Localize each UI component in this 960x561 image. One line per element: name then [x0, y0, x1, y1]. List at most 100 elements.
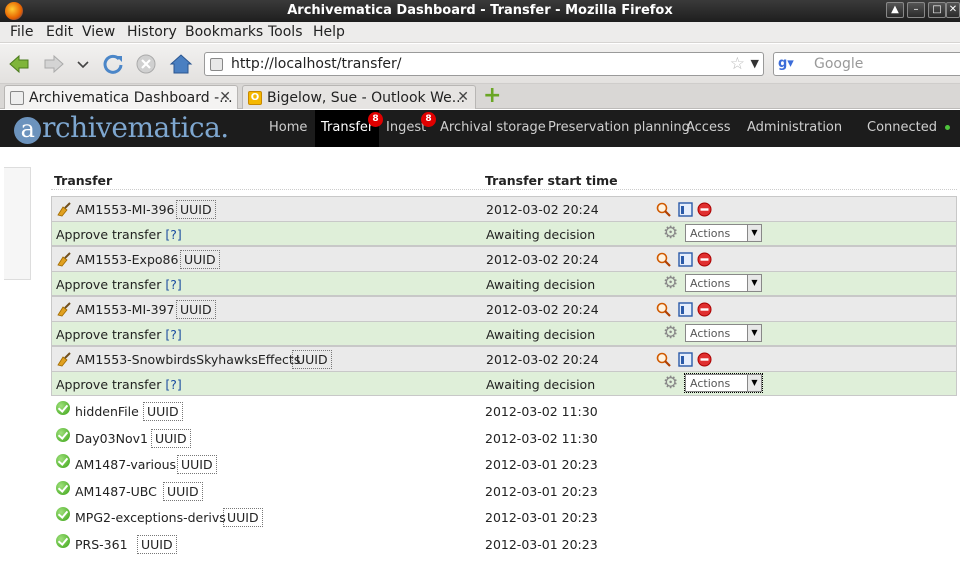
uuid-button[interactable]: UUID	[176, 200, 216, 219]
tab-close-icon[interactable]: ✕	[457, 89, 469, 105]
back-arrow-icon[interactable]	[8, 53, 30, 75]
transfer-row[interactable]: AM1553-SnowbirdsSkyhawksEffects UUID 201…	[51, 346, 957, 371]
job-row: Approve transfer [?] Awaiting decision ⚙…	[51, 221, 957, 246]
stop-icon[interactable]	[135, 53, 157, 75]
transfer-start-time: 2012-03-02 11:30	[485, 430, 598, 446]
chevron-down-icon: ▼	[747, 325, 761, 341]
view-details-icon[interactable]	[656, 252, 671, 267]
url-text[interactable]: http://localhost/transfer/	[231, 56, 401, 72]
bookmark-star-icon[interactable]: ☆	[730, 54, 745, 74]
remove-icon[interactable]	[697, 352, 712, 367]
check-icon	[56, 454, 70, 469]
completed-transfer-row[interactable]: PRS-361 UUID 2012-03-01 20:23	[51, 529, 957, 556]
transfer-start-time: 2012-03-01 20:23	[485, 483, 598, 499]
uuid-button[interactable]: UUID	[223, 508, 263, 528]
window-title: Archivematica Dashboard - Transfer - Moz…	[287, 3, 673, 18]
completed-transfer-row[interactable]: AM1487-various UUID 2012-03-01 20:23	[51, 449, 957, 476]
completed-transfer-row[interactable]: hiddenFile UUID 2012-03-02 11:30	[51, 396, 957, 423]
remove-icon[interactable]	[697, 252, 712, 267]
uuid-button[interactable]: UUID	[143, 402, 183, 421]
menu-help[interactable]: Help	[313, 24, 345, 40]
uuid-button[interactable]: UUID	[163, 481, 203, 501]
report-icon[interactable]	[678, 252, 693, 267]
chevron-down-icon: ▼	[747, 275, 761, 291]
actions-select[interactable]: Actions ▼	[685, 224, 762, 242]
window-close-button[interactable]: ✕	[946, 2, 960, 18]
nav-access[interactable]: Access	[686, 110, 731, 147]
gear-icon: ⚙	[663, 273, 679, 293]
url-dropdown-icon[interactable]: ▼	[751, 57, 759, 70]
job-row: Approve transfer [?] Awaiting decision ⚙…	[51, 271, 957, 296]
transfer-name: hiddenFile	[75, 404, 139, 419]
help-link[interactable]: [?]	[165, 227, 181, 242]
tab-archivematica[interactable]: Archivematica Dashboard -... ✕	[4, 85, 238, 109]
report-icon[interactable]	[678, 302, 693, 317]
view-details-icon[interactable]	[656, 302, 671, 317]
archivematica-logo[interactable]: a rchivematica.	[14, 111, 229, 144]
transfer-row[interactable]: AM1553-Expo86 UUID 2012-03-02 20:24	[51, 246, 957, 271]
help-link[interactable]: [?]	[165, 377, 181, 392]
home-icon[interactable]	[168, 53, 194, 75]
menu-file[interactable]: File	[10, 24, 33, 40]
uuid-button[interactable]: UUID	[292, 350, 332, 369]
google-engine-icon[interactable]: g▾	[778, 56, 796, 72]
navigation-toolbar: http://localhost/transfer/ ☆ ▼ g▾ Google	[0, 44, 960, 84]
window-titlebar: Archivematica Dashboard - Transfer - Moz…	[0, 0, 960, 22]
outlook-icon: O	[248, 91, 262, 105]
menu-bookmarks[interactable]: Bookmarks	[185, 24, 263, 40]
menu-edit[interactable]: Edit	[46, 24, 73, 40]
transfer-name: AM1553-MI-396	[76, 202, 175, 217]
job-status: Awaiting decision	[486, 277, 596, 292]
window-shade-button[interactable]: ▲	[886, 2, 904, 18]
ingest-count-badge: 8	[421, 112, 436, 127]
history-dropdown-icon[interactable]	[76, 53, 90, 75]
menu-view[interactable]: View	[82, 24, 115, 40]
actions-select[interactable]: Actions ▼	[684, 373, 763, 393]
transfer-start-time: 2012-03-02 20:24	[486, 352, 599, 367]
forward-arrow-icon[interactable]	[43, 53, 65, 75]
view-details-icon[interactable]	[656, 352, 671, 367]
reload-icon[interactable]	[102, 53, 124, 75]
search-placeholder: Google	[814, 56, 864, 72]
nav-administration[interactable]: Administration	[747, 110, 842, 147]
window-minimize-button[interactable]: –	[907, 2, 925, 18]
nav-preservation-planning[interactable]: Preservation planning	[548, 110, 690, 147]
gear-icon: ⚙	[663, 373, 679, 393]
help-link[interactable]: [?]	[165, 327, 181, 342]
help-link[interactable]: [?]	[165, 277, 181, 292]
uuid-button[interactable]: UUID	[177, 455, 217, 475]
completed-transfer-row[interactable]: MPG2-exceptions-derivs UUID 2012-03-01 2…	[51, 502, 957, 529]
new-tab-plus-icon[interactable]: +	[483, 85, 503, 107]
window-maximize-button[interactable]: □	[928, 2, 946, 18]
actions-select[interactable]: Actions ▼	[685, 324, 762, 342]
nav-archival-storage[interactable]: Archival storage	[440, 110, 546, 147]
connection-status: Connected	[867, 120, 951, 135]
nav-home[interactable]: Home	[269, 110, 307, 147]
tab-close-icon[interactable]: ✕	[219, 89, 231, 105]
site-identity-icon[interactable]	[210, 58, 223, 71]
transfer-row[interactable]: AM1553-MI-396 UUID 2012-03-02 20:24	[51, 196, 957, 221]
remove-icon[interactable]	[697, 302, 712, 317]
tab-outlook[interactable]: O Bigelow, Sue - Outlook We... ✕	[242, 85, 476, 109]
menu-tools[interactable]: Tools	[268, 24, 303, 40]
uuid-button[interactable]: UUID	[176, 300, 216, 319]
menu-bar: File Edit View History Bookmarks Tools H…	[0, 22, 960, 43]
transfer-row[interactable]: AM1553-MI-397 UUID 2012-03-02 20:24	[51, 296, 957, 321]
nav-ingest[interactable]: Ingest	[386, 110, 426, 147]
report-icon[interactable]	[678, 202, 693, 217]
actions-select[interactable]: Actions ▼	[685, 274, 762, 292]
completed-transfer-row[interactable]: Day03Nov1 UUID 2012-03-02 11:30	[51, 423, 957, 450]
remove-icon[interactable]	[697, 202, 712, 217]
uuid-button[interactable]: UUID	[151, 428, 191, 448]
view-details-icon[interactable]	[656, 202, 671, 217]
completed-transfer-row[interactable]: AM1487-UBC UUID 2012-03-01 20:23	[51, 476, 957, 503]
uuid-button[interactable]: UUID	[137, 534, 177, 554]
menu-history[interactable]: History	[127, 24, 177, 40]
uuid-button[interactable]: UUID	[180, 250, 220, 269]
transfer-name: PRS-361	[75, 536, 128, 552]
search-bar[interactable]: g▾ Google	[773, 52, 960, 76]
report-icon[interactable]	[678, 352, 693, 367]
url-bar[interactable]: http://localhost/transfer/ ☆ ▼	[204, 52, 764, 76]
transfer-name: AM1487-UBC	[75, 483, 157, 499]
chevron-down-icon: ▼	[747, 225, 761, 241]
